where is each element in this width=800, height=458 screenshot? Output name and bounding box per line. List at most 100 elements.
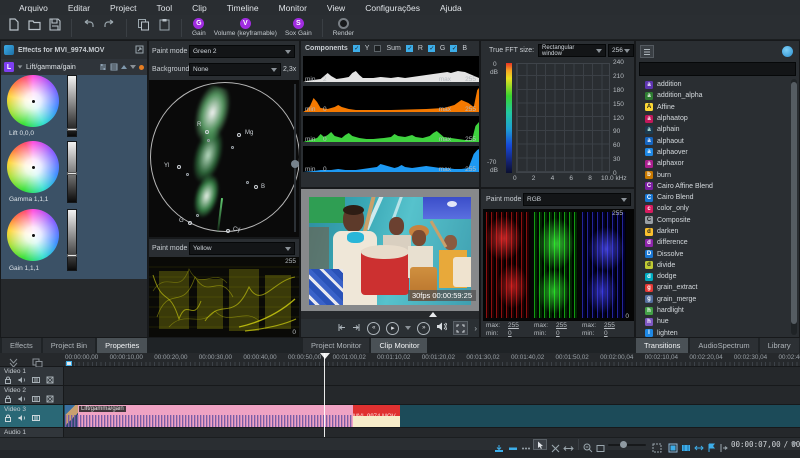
effect-menu-icon[interactable] [110, 58, 118, 76]
playhead-line[interactable] [324, 353, 325, 437]
zone-marker[interactable] [66, 361, 72, 366]
save-icon[interactable] [45, 17, 65, 32]
audio-thumbnails-toggle-icon[interactable] [694, 440, 704, 458]
tab-project-monitor[interactable]: Project Monitor [303, 338, 369, 353]
forward-button[interactable]: » [417, 322, 430, 335]
transition-list-item[interactable]: A Affine [636, 102, 791, 113]
zone-start-button[interactable] [337, 319, 346, 337]
gamma-color-wheel[interactable] [7, 141, 59, 193]
menu-item[interactable]: Timeline [218, 3, 268, 13]
zoom-slider-handle[interactable] [620, 441, 627, 448]
tab-library[interactable]: Library [760, 338, 799, 353]
transition-list-item[interactable]: b burn [636, 169, 791, 180]
menu-item[interactable]: View [318, 3, 354, 13]
track-video1[interactable]: Video 1 [0, 367, 800, 386]
fft-window-select[interactable]: Rectangular window [538, 44, 606, 57]
transition-list-item[interactable]: C Composite [636, 215, 791, 226]
paste-icon[interactable] [154, 17, 175, 32]
effects-enabled-icon[interactable] [46, 376, 54, 384]
mute-track-icon[interactable] [18, 395, 26, 403]
tab-transitions[interactable]: Transitions [636, 338, 688, 353]
transition-list-item[interactable]: h hue [636, 316, 791, 327]
vectorscope-zoom-slider[interactable] [294, 84, 296, 232]
zoom-fit-icon[interactable] [596, 440, 605, 458]
gamma-luma-slider[interactable] [67, 141, 77, 203]
scrollbar-thumb[interactable] [791, 82, 797, 324]
transitions-search-input[interactable] [639, 62, 796, 76]
transition-list-item[interactable]: g grain_extract [636, 282, 791, 293]
tab-project-bin[interactable]: Project Bin [43, 338, 95, 353]
transition-list-item[interactable]: a addition_alpha [636, 90, 791, 101]
menu-item[interactable]: Monitor [270, 3, 316, 13]
vectorscope-background-select[interactable]: None [189, 63, 281, 76]
sox-gain-effect-button[interactable]: S Sox Gain [281, 17, 316, 38]
transition-list-item[interactable]: d difference [636, 237, 791, 248]
tab-properties[interactable]: Properties [97, 338, 147, 353]
vectorscope-paint-mode-select[interactable]: Green 2 [189, 45, 295, 58]
snap-toggle-icon[interactable] [719, 440, 728, 458]
playhead-handle[interactable] [320, 353, 330, 359]
lift-luma-slider[interactable] [67, 75, 77, 137]
gain-color-wheel[interactable] [7, 209, 59, 261]
tab-audiospectrum[interactable]: AudioSpectrum [690, 338, 757, 353]
track-audio1[interactable]: Audio 1 [0, 428, 800, 437]
mute-track-icon[interactable] [18, 376, 26, 384]
render-button[interactable]: Render [329, 17, 358, 38]
video-thumbnails-toggle-icon[interactable] [681, 440, 691, 458]
new-document-icon[interactable] [4, 17, 24, 32]
menu-item[interactable]: Configurações [356, 3, 429, 13]
insert-mode-icon[interactable] [508, 440, 518, 458]
razor-tool-button[interactable] [551, 440, 560, 458]
undock-icon[interactable] [135, 41, 144, 59]
disable-effect-icon[interactable] [139, 65, 144, 70]
menu-item[interactable]: Clip [183, 3, 216, 13]
transition-list-item[interactable]: C Cairo Blend [636, 192, 791, 203]
histogram-b-checkbox[interactable] [450, 45, 457, 52]
video-thumbnails-icon[interactable] [32, 376, 40, 384]
play-button[interactable]: ▸ [386, 322, 399, 335]
timeline-edit-mode-icon[interactable] [494, 440, 504, 458]
transition-list-item[interactable]: l lighten [636, 328, 791, 337]
monitor-seek-bar[interactable] [301, 311, 479, 319]
overflow-menu-icon[interactable] [521, 440, 531, 458]
rewind-button[interactable]: « [367, 322, 380, 335]
lock-icon[interactable] [4, 376, 12, 384]
transition-list-item[interactable]: a alphaxor [636, 158, 791, 169]
transition-list-item[interactable]: h hardlight [636, 305, 791, 316]
tab-effects[interactable]: Effects [2, 338, 41, 353]
presets-icon[interactable] [99, 58, 107, 76]
video-thumbnails-icon[interactable] [32, 395, 40, 403]
favorites-filter-icon[interactable] [782, 46, 793, 57]
transition-list-item[interactable]: g grain_merge [636, 294, 791, 305]
histogram-sum-checkbox[interactable] [374, 45, 381, 52]
transition-list-item[interactable]: a alphain [636, 124, 791, 135]
auto-transition-icon[interactable] [668, 440, 678, 458]
more-button[interactable]: › [474, 324, 477, 333]
track-video2[interactable]: Video 2 [0, 386, 800, 405]
copy-icon[interactable] [133, 17, 154, 32]
volume-effect-button[interactable]: V Volume (keyframable) [210, 17, 281, 38]
spacer-tool-button[interactable] [563, 440, 574, 458]
parade-paint-mode-select[interactable]: RGB [523, 193, 631, 206]
menu-item[interactable]: Editar [59, 3, 99, 13]
lock-icon[interactable] [4, 395, 12, 403]
menu-item[interactable]: Ajuda [431, 3, 471, 13]
redo-icon[interactable] [99, 17, 120, 32]
select-tool-button[interactable] [533, 439, 547, 450]
effect-header-row[interactable]: L Lift/gamma/gain [1, 59, 147, 75]
gain-luma-slider[interactable] [67, 209, 77, 271]
transitions-scrollbar[interactable] [791, 79, 797, 335]
timeline-ruler[interactable]: 00:00:00,0000:00:10,0000:00:20,0000:00:3… [0, 353, 800, 367]
track-video3[interactable]: Video 3 Lift/gamma/gain MVI_9974.MOV [0, 405, 800, 428]
collapse-chevron-icon[interactable] [18, 65, 23, 68]
transition-list-item[interactable]: d divide [636, 260, 791, 271]
monitor-playhead-marker[interactable] [429, 312, 437, 317]
waveform-paint-mode-select[interactable]: Yellow [189, 242, 295, 255]
view-mode-button[interactable] [640, 45, 654, 58]
menu-item[interactable]: Tool [148, 3, 182, 13]
transition-list-item[interactable]: a addition [636, 79, 791, 90]
menu-item[interactable]: Arquivo [10, 3, 57, 13]
undo-icon[interactable] [78, 17, 99, 32]
lift-color-wheel[interactable] [7, 75, 59, 127]
transition-list-item[interactable]: D Dissolve [636, 248, 791, 259]
